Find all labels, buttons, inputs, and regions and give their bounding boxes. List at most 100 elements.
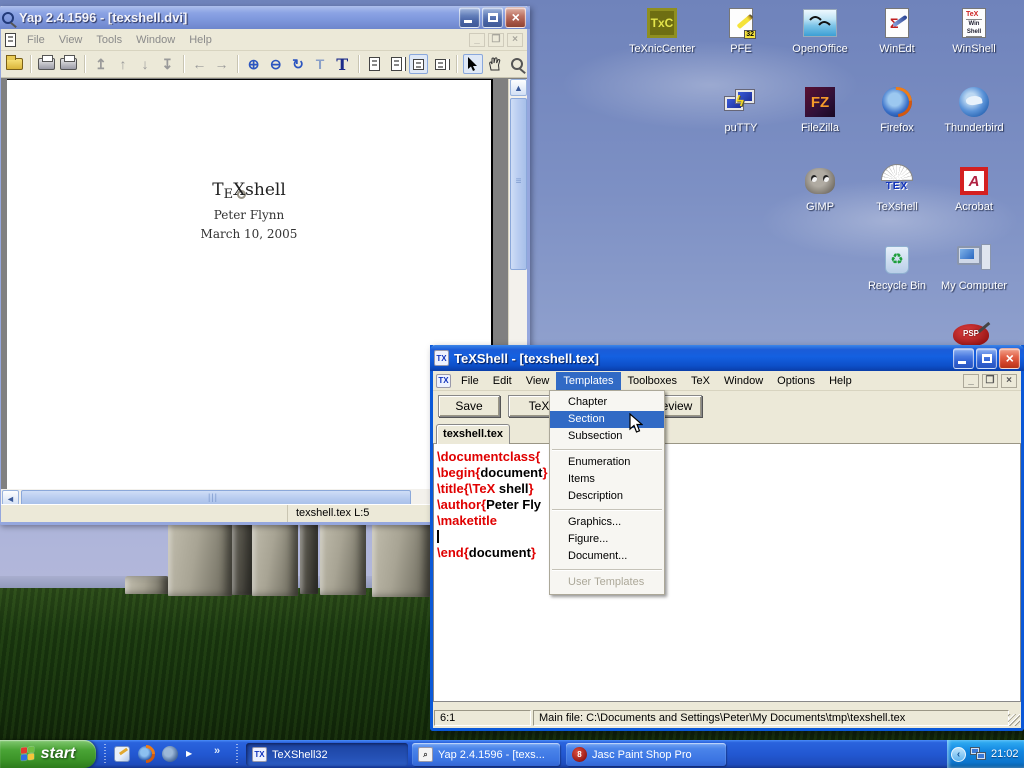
- tab-texshell-tex[interactable]: texshell.tex: [436, 424, 510, 444]
- menu-view[interactable]: View: [519, 372, 557, 390]
- desktop-icon-thunderbird[interactable]: Thunderbird: [935, 85, 1013, 134]
- desktop-icon-winshell[interactable]: TeXWinShell WinShell: [935, 6, 1013, 55]
- desktop-icon-putty[interactable]: ϟ puTTY: [702, 85, 780, 134]
- editor-tabbar: texshell.tex: [433, 421, 1021, 444]
- desktop-icon-openoffice[interactable]: OpenOffice: [781, 6, 859, 55]
- text-ruler-icon[interactable]: T: [311, 54, 330, 74]
- taskbar-button-texshell[interactable]: TX TeXShell32: [246, 743, 408, 766]
- toolbar-grip[interactable]: [104, 744, 106, 764]
- desktop-icon-acrobat[interactable]: A Acrobat: [935, 164, 1013, 213]
- minimize-button[interactable]: [459, 7, 480, 28]
- maximize-button[interactable]: [482, 7, 503, 28]
- mdi-close-button[interactable]: ×: [507, 33, 523, 47]
- start-button[interactable]: start: [0, 740, 96, 768]
- desktop-icon-recycle-bin[interactable]: ♻ Recycle Bin: [858, 243, 936, 292]
- zoom-out-icon[interactable]: ⊖: [266, 54, 285, 74]
- continuous-double-view-icon[interactable]: [431, 54, 450, 74]
- desktop-icon-pfe[interactable]: 32 PFE: [702, 6, 780, 55]
- desktop-icon-firefox[interactable]: Firefox: [858, 85, 936, 134]
- menu-toolboxes[interactable]: Toolboxes: [621, 372, 685, 390]
- icon-label: Acrobat: [935, 201, 1013, 213]
- pointer-tool-icon[interactable]: [463, 54, 482, 74]
- menu-item-figure[interactable]: Figure...: [550, 531, 664, 548]
- menu-item-graphics[interactable]: Graphics...: [550, 514, 664, 531]
- zoom-in-icon[interactable]: ⊕: [244, 54, 263, 74]
- texshell-statusbar: 6:1 Main file: C:\Documents and Settings…: [433, 708, 1021, 728]
- close-button[interactable]: ×: [999, 348, 1020, 369]
- menu-window[interactable]: Window: [129, 31, 182, 49]
- toolbar-grip[interactable]: [236, 744, 238, 764]
- mdi-close-button[interactable]: ×: [1001, 374, 1017, 388]
- menu-templates[interactable]: Templates: [556, 372, 620, 390]
- desktop-icon-psp[interactable]: PSP: [953, 324, 989, 346]
- first-page-icon[interactable]: ↥: [91, 54, 110, 74]
- back-icon[interactable]: ←: [190, 54, 209, 74]
- hand-tool-icon[interactable]: [486, 54, 505, 74]
- next-page-icon[interactable]: ↓: [136, 54, 155, 74]
- quicklaunch-overflow-chevron[interactable]: »: [214, 745, 220, 757]
- desktop-icon-gimp[interactable]: GIMP: [781, 164, 859, 213]
- menu-options[interactable]: Options: [770, 372, 822, 390]
- continuous-view-icon[interactable]: [409, 54, 428, 74]
- menu-file[interactable]: File: [454, 372, 486, 390]
- firefox-quicklaunch-icon[interactable]: [138, 746, 154, 762]
- text-mode-icon[interactable]: T: [333, 54, 352, 74]
- vertical-scroll-thumb[interactable]: [510, 98, 527, 270]
- close-button[interactable]: ×: [505, 7, 526, 28]
- desktop-icon-filezilla[interactable]: FZ FileZilla: [781, 85, 859, 134]
- taskbar-button-yap[interactable]: ⌕ Yap 2.4.1596 - [texs...: [412, 743, 560, 766]
- menu-item-chapter[interactable]: Chapter: [550, 394, 664, 411]
- recycle-bin-icon: ♻: [885, 246, 909, 274]
- menu-view[interactable]: View: [52, 31, 90, 49]
- texshell-titlebar[interactable]: TX TeXShell - [texshell.tex] ×: [430, 345, 1024, 371]
- open-icon[interactable]: [5, 54, 24, 74]
- mdi-restore-button[interactable]: ❐: [982, 374, 998, 388]
- tray-collapse-chevron[interactable]: ‹: [951, 747, 966, 762]
- menu-file[interactable]: File: [20, 31, 52, 49]
- thunderbird-icon: [959, 87, 989, 117]
- scroll-up-button[interactable]: ▲: [510, 79, 527, 96]
- magnifier-tool-icon[interactable]: [508, 54, 527, 74]
- print-setup-icon[interactable]: [59, 54, 78, 74]
- minimize-button[interactable]: [953, 348, 974, 369]
- print-icon[interactable]: [37, 54, 56, 74]
- desktop-icon-winedt[interactable]: Σ WinEdt: [858, 6, 936, 55]
- desktop-icon-my-computer[interactable]: My Computer: [935, 243, 1013, 292]
- resize-grip[interactable]: [1008, 714, 1020, 726]
- menu-help[interactable]: Help: [822, 372, 859, 390]
- mdi-minimize-button[interactable]: _: [469, 33, 485, 47]
- menu-edit[interactable]: Edit: [486, 372, 519, 390]
- desktop-icon-texniccenter[interactable]: TxC TeXnicCenter: [623, 6, 701, 55]
- menu-item-description[interactable]: Description: [550, 488, 664, 505]
- save-button[interactable]: Save: [438, 395, 500, 417]
- maximize-button[interactable]: [976, 348, 997, 369]
- taskbar-button-paintshoppro[interactable]: 8 Jasc Paint Shop Pro: [566, 743, 726, 766]
- menu-item-document[interactable]: Document...: [550, 548, 664, 565]
- menu-item-enumeration[interactable]: Enumeration: [550, 454, 664, 471]
- desktop-icon-texshell[interactable]: TEX TeXshell: [858, 164, 936, 213]
- forward-icon[interactable]: →: [212, 54, 231, 74]
- show-desktop-icon[interactable]: [114, 746, 130, 762]
- network-tray-icon[interactable]: [970, 747, 987, 762]
- icon-label: Recycle Bin: [858, 280, 936, 292]
- menu-item-items[interactable]: Items: [550, 471, 664, 488]
- thunderbird-quicklaunch-icon[interactable]: [162, 746, 178, 762]
- double-page-view-icon[interactable]: [387, 54, 406, 74]
- menu-help[interactable]: Help: [182, 31, 219, 49]
- menu-tex[interactable]: TeX: [684, 372, 717, 390]
- texniccenter-icon: TxC: [647, 8, 677, 38]
- refresh-icon[interactable]: ↻: [288, 54, 307, 74]
- menu-item-section[interactable]: Section: [550, 411, 664, 428]
- menu-window[interactable]: Window: [717, 372, 770, 390]
- mdi-minimize-button[interactable]: _: [963, 374, 979, 388]
- menu-item-subsection[interactable]: Subsection: [550, 428, 664, 445]
- previous-page-icon[interactable]: ↑: [113, 54, 132, 74]
- editor-area[interactable]: \documentclass{ \begin{document} \title{…: [433, 444, 1021, 702]
- yap-titlebar[interactable]: Yap 2.4.1596 - [texshell.dvi] ×: [0, 6, 530, 29]
- last-page-icon[interactable]: ↧: [158, 54, 177, 74]
- putty-icon: ϟ: [724, 87, 758, 117]
- mdi-restore-button[interactable]: ❐: [488, 33, 504, 47]
- menu-tools[interactable]: Tools: [89, 31, 129, 49]
- single-page-view-icon[interactable]: [365, 54, 384, 74]
- dvi-doc-date: March 10, 2005: [7, 227, 491, 241]
